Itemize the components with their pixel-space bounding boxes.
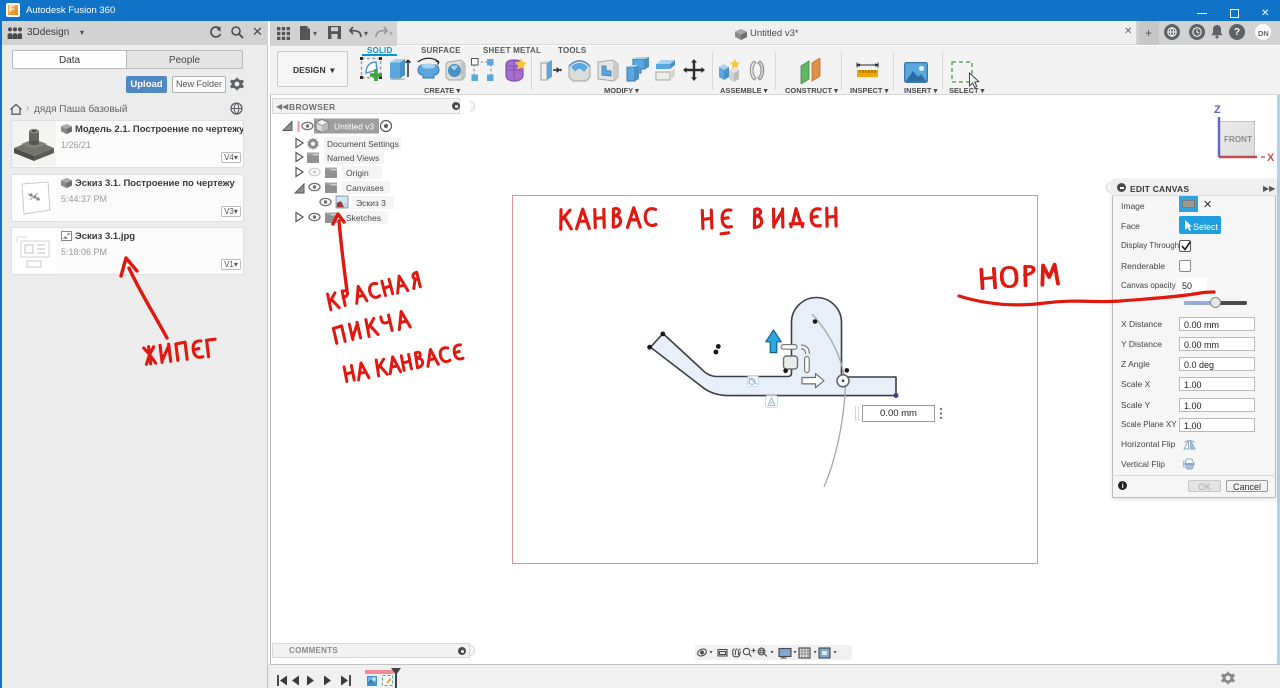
svg-text:X: X — [1267, 152, 1275, 164]
svg-text:Эскиз 3: Эскиз 3 — [356, 198, 386, 208]
svg-text:Untitled v3: Untitled v3 — [334, 122, 374, 132]
svg-text:Origin: Origin — [346, 168, 369, 178]
svg-text:Z: Z — [1214, 104, 1221, 116]
svg-text:Document Settings: Document Settings — [327, 139, 399, 149]
svg-text:Canvases: Canvases — [346, 183, 384, 193]
svg-text:Named Views: Named Views — [327, 153, 379, 163]
svg-text:Sketches: Sketches — [346, 213, 381, 223]
